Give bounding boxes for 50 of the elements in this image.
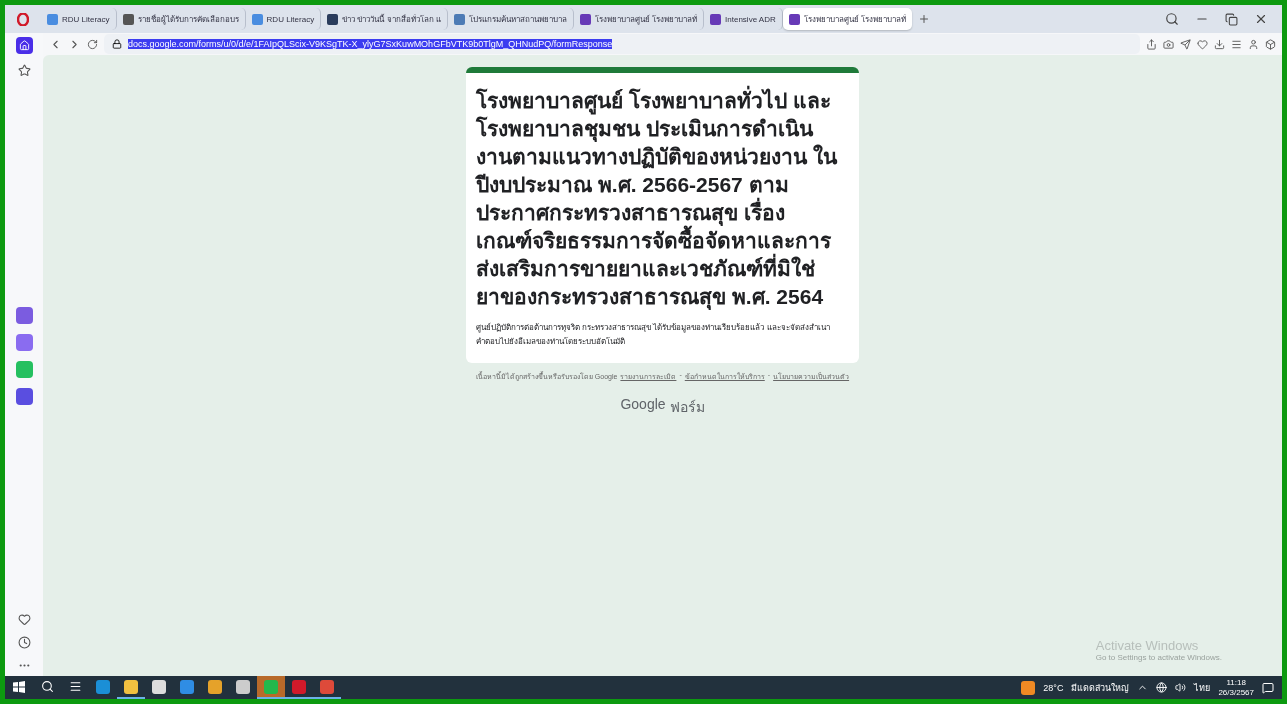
temperature: 28°C <box>1043 682 1064 693</box>
download-icon[interactable] <box>1214 38 1225 50</box>
weather-text: มีแดดส่วนใหญ่ <box>1071 681 1130 695</box>
browser-tab[interactable]: ข่าว ข่าววันนี้ จากสื่อทั่วโลก แ <box>321 8 448 30</box>
close-icon[interactable] <box>1254 12 1268 26</box>
browser-tab[interactable]: รายชื่อผู้ได้รับการคัดเลือกอบร <box>116 8 246 30</box>
tab-icon <box>453 13 465 25</box>
clock[interactable]: 11:18 26/3/2567 <box>1218 677 1254 698</box>
home-button[interactable] <box>15 37 33 54</box>
activation-subtitle: Go to Settings to activate Windows. <box>1095 653 1222 662</box>
tab-icon <box>47 13 58 25</box>
tab-icon <box>788 13 800 25</box>
menu-icon[interactable] <box>1231 38 1242 50</box>
network-icon[interactable] <box>1156 682 1168 693</box>
browser-tab[interactable]: โรงพยาบาลศูนย์ โรงพยาบาลทั่ <box>782 8 912 30</box>
volume-icon[interactable] <box>1175 682 1187 693</box>
task-view-icon[interactable] <box>68 680 82 693</box>
browser-tab[interactable]: Intensive ADR <box>704 8 783 30</box>
language-indicator[interactable]: ไทย <box>1194 680 1211 695</box>
google-forms-logo[interactable]: Google ฟอร์ม <box>620 396 705 418</box>
clock-icon[interactable] <box>17 636 31 649</box>
browser-tab[interactable]: โรงพยาบาลศูนย์ โรงพยาบาลทั่ <box>573 8 705 30</box>
form-title: โรงพยาบาลศูนย์ โรงพยาบาลทั่วไป และโรงพยาบาลชุมชน ประเมินการดำเนินงานตามแนวทางปฏิบัติของหน่วยงาน ใน ปีงบประมาณ พ.ศ. 2566-2567 ตามประกาศกระทรวงสาธารณสุข เรื่อง เกณฑ์จริยธรรมการจัดซื้อจัดหาและการส่งเสริมการขายยาและเวชภัณฑ์ที่มิใช่ยาของกระทรวงสาธารณสุข พ.ศ. 2564 <box>476 87 837 311</box>
restore-icon[interactable] <box>1225 12 1238 26</box>
tab-icon <box>579 13 591 25</box>
reload-button[interactable] <box>87 38 98 50</box>
opera-logo-icon[interactable] <box>17 12 29 26</box>
notification-icon[interactable] <box>1262 681 1274 694</box>
tab-icon <box>327 13 339 25</box>
browser-tab[interactable]: โปรแกรมค้นหาสถานพยาบาล <box>447 8 574 30</box>
heart-icon[interactable] <box>1197 38 1208 50</box>
address-bar[interactable]: docs.google.com/forms/u/0/d/e/1FAIpQLScix-V9KSgTK-X_ylyG7SxKuwMOhGFbVTK9b0TlgM_QHNudPQ/formResponse <box>104 34 1140 54</box>
tab-icon <box>251 13 263 25</box>
search-icon[interactable] <box>1165 12 1179 26</box>
windows-logo-icon[interactable] <box>13 680 25 693</box>
camera-icon[interactable] <box>1163 38 1174 50</box>
heart-icon[interactable] <box>17 613 31 626</box>
share-icon[interactable] <box>1146 38 1157 50</box>
search-icon[interactable] <box>40 680 54 693</box>
cube-icon[interactable] <box>1265 38 1276 50</box>
browser-tab[interactable]: RDU Literacy <box>41 8 117 30</box>
send-icon[interactable] <box>1180 38 1191 50</box>
tab-icon <box>122 13 134 25</box>
lock-icon <box>112 39 122 49</box>
star-icon[interactable] <box>17 64 31 77</box>
browser-tab[interactable]: RDU Literacy <box>245 8 322 30</box>
tab-icon <box>710 13 722 25</box>
profile-icon[interactable] <box>1248 38 1259 50</box>
new-tab-button[interactable] <box>918 13 930 25</box>
confirmation-message: ศูนย์ปฏิบัติการต่อต้านการทุจริต กระทรวงสาธารณสุข ได้รับข้อมูลของท่านเรียบร้อยแล้ว และจะจัดส่งสำเนาคำตอบไปยังอีเมลของท่านโดยระบบอัตโนมัติ <box>476 322 831 348</box>
